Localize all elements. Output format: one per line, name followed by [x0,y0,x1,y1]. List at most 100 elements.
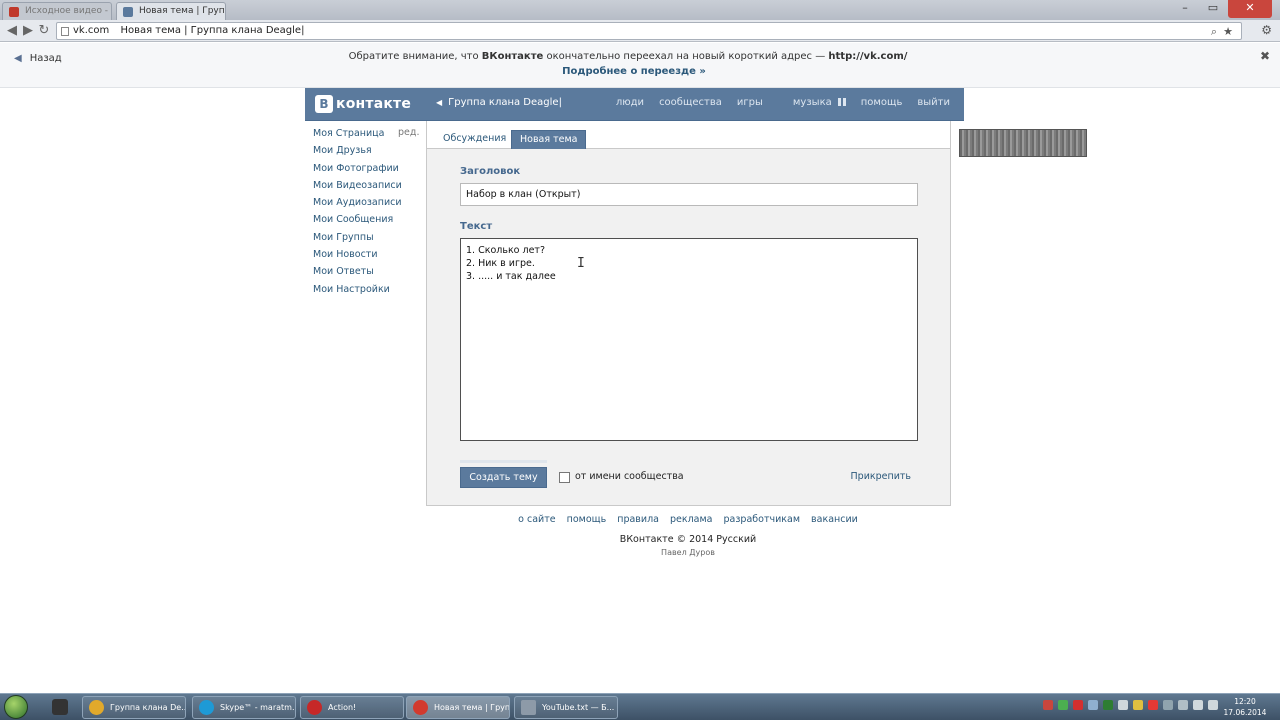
quick-launch-icon[interactable] [52,699,68,715]
tray-icon[interactable] [1103,700,1113,710]
new-topic-panel: Обсуждения Новая тема Заголовок Текст 1.… [426,121,951,506]
attach-link[interactable]: Прикрепить [851,471,911,482]
browser-toolbar: ◀ ▶ ↻ vk.com Новая тема | Группа клана D… [0,20,1280,42]
tray-icon[interactable] [1148,700,1158,710]
menu-item-videos[interactable]: Мои Видеозаписи [313,179,423,196]
menu-item-audio[interactable]: Мои Аудиозаписи [313,196,423,213]
nav-music-label: музыка [792,97,832,108]
title-input[interactable] [460,183,918,206]
taskbar-item[interactable]: YouTube.txt — Б... [514,696,618,719]
nav-music[interactable]: музыка [778,97,846,108]
network-icon[interactable] [1193,700,1203,710]
taskbar-item[interactable]: Группа клана De... [82,696,186,719]
skype-icon [199,700,214,715]
bookmark-star-icon[interactable]: ★ [1223,24,1233,40]
menu-edit-link[interactable]: ред. [398,127,419,138]
notice-text-pre: Обратите внимание, что [348,51,482,62]
tray-icon[interactable] [1178,700,1188,710]
button-shadow [460,460,547,463]
footer-copyright: ВКонтакте © 2014 Русский [619,534,757,545]
logo-text: контакте [336,96,412,112]
footer-link-about[interactable]: о сайте [518,514,555,525]
notice-text: Обратите внимание, что ВКонтакте окончат… [0,51,1256,62]
pause-icon[interactable] [837,98,846,106]
tray-icon[interactable] [1118,700,1128,710]
tray-icon[interactable] [1073,700,1083,710]
taskbar-item-label: Новая тема | Груп... [434,703,510,712]
volume-icon[interactable] [1208,700,1218,710]
taskbar-item[interactable]: Action! [300,696,404,719]
url-domain: vk.com [73,25,110,36]
footer-links: о сайте помощь правила реклама разработч… [0,514,1280,525]
notice-url[interactable]: http://vk.com/ [828,51,907,62]
footer-link-help[interactable]: помощь [567,514,607,525]
close-window-icon[interactable]: ✕ [1228,0,1272,18]
tray-icon[interactable] [1043,700,1053,710]
taskbar-item-label: Skype™ - maratm... [220,703,296,712]
nav-communities[interactable]: сообщества [659,97,722,108]
community-checkbox[interactable] [559,472,570,483]
nav-logout[interactable]: выйти [917,97,950,108]
url-title: Новая тема | Группа клана Deagle| [120,25,305,36]
tab-discussions[interactable]: Обсуждения [435,130,514,149]
footer-author-link[interactable]: Павел Дуров [0,548,1280,557]
nav-people[interactable]: люди [616,97,644,108]
menu-item-groups[interactable]: Мои Группы [313,231,423,248]
page-tabs: Обсуждения Новая тема [427,121,950,149]
chrome-icon [89,700,104,715]
menu-item-answers[interactable]: Мои Ответы [313,265,423,282]
text-label: Текст [460,221,493,232]
taskbar: Группа клана De... Skype™ - maratm... Ac… [0,693,1280,720]
back-arrow-icon[interactable]: ◀ [4,23,20,39]
community-checkbox-label[interactable]: от имени сообщества [575,471,684,482]
minimize-icon[interactable]: – [1172,0,1198,18]
menu-item-friends[interactable]: Мои Друзья [313,144,423,161]
menu-item-settings[interactable]: Мои Настройки [313,283,423,300]
taskbar-item[interactable]: Skype™ - maratm... [192,696,296,719]
vk-logo[interactable]: B контакте [315,95,411,113]
browser-tab-label: Исходное видео - Y... [25,6,111,16]
system-tray [1038,700,1218,710]
clock-date: 17.06.2014 [1223,708,1267,717]
menu-item-news[interactable]: Мои Новости [313,248,423,265]
text-area[interactable]: 1. Сколько лет? 2. Ник в игре. 3. ..... … [460,238,918,441]
forward-arrow-icon[interactable]: ▶ [20,23,36,39]
tray-icon[interactable] [1058,700,1068,710]
browser-tab-label: Новая тема | Групп... [139,6,225,16]
top-nav: люди сообщества игры музыка помощь выйти [601,97,950,108]
reload-icon[interactable]: ↻ [36,23,52,39]
left-menu: Моя Страница Мои Друзья Мои Фотографии М… [313,127,423,300]
browser-tab-active[interactable]: Новая тема | Групп... [116,2,226,20]
address-bar[interactable]: vk.com Новая тема | Группа клана Deagle|… [56,22,1242,40]
tray-icon[interactable] [1163,700,1173,710]
footer-link-rules[interactable]: правила [617,514,659,525]
notice-bar: ◀ Назад Обратите внимание, что ВКонтакте … [0,43,1280,88]
footer-link-ads[interactable]: реклама [670,514,713,525]
title-label: Заголовок [460,166,521,177]
search-icon[interactable]: ⌕ [1211,24,1217,40]
site-header: B контакте ◀ Группа клана Deagle| люди со… [305,88,964,121]
notice-brand: ВКонтакте [481,51,544,62]
menu-item-photos[interactable]: Мои Фотографии [313,162,423,179]
text-cursor-icon: I [577,256,585,271]
browser-tab[interactable]: Исходное видео - Y... [2,2,112,20]
start-button[interactable] [4,695,28,719]
footer-link-developers[interactable]: разработчикам [724,514,800,525]
tab-new-topic[interactable]: Новая тема [511,130,587,149]
tray-icon[interactable] [1088,700,1098,710]
tray-icon[interactable] [1133,700,1143,710]
breadcrumb[interactable]: ◀ Группа клана Deagle| [436,97,562,108]
ad-banner[interactable] [959,129,1087,157]
maximize-icon[interactable]: ▭ [1200,0,1226,18]
create-topic-button[interactable]: Создать тему [460,467,547,488]
notice-more-link[interactable]: Подробнее о переезде » [0,66,1268,77]
notepad-icon [521,700,536,715]
menu-item-messages[interactable]: Мои Сообщения [313,213,423,230]
nav-games[interactable]: игры [737,97,763,108]
clock[interactable]: 12:20 17.06.2014 [1220,696,1270,718]
close-icon[interactable]: ✖ [1260,49,1270,63]
nav-help[interactable]: помощь [861,97,903,108]
taskbar-item-active[interactable]: Новая тема | Груп... [406,696,510,719]
footer-link-jobs[interactable]: вакансии [811,514,858,525]
wrench-menu-icon[interactable]: ⚙ [1261,23,1272,37]
